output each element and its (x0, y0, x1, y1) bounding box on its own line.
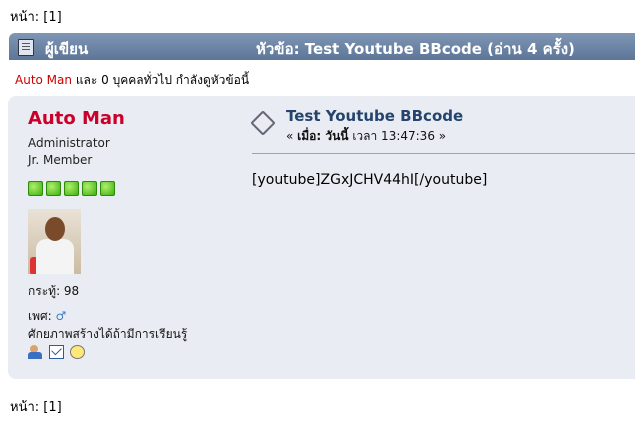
poster-rank: Jr. Member (28, 153, 93, 167)
author-column-header: ผู้เขียน (45, 40, 89, 58)
pagination-top: หน้า: [1] (10, 6, 62, 27)
pagination-label: หน้า: (10, 400, 40, 415)
viewers-text: และ 0 บุคคลทั่วไป กำลังดูหัวข้อนี้ (72, 73, 250, 87)
star-icon (28, 181, 43, 196)
post-date: เมื่อ: วันนี้ (297, 129, 349, 143)
topic-title: หัวข้อ: Test Youtube BBcode (อ่าน 4 ครั้… (256, 40, 575, 58)
avatar (28, 209, 81, 274)
post-meta: « เมื่อ: วันนี้ เวลา 13:47:36 » (286, 129, 447, 143)
email-icon[interactable] (49, 345, 64, 359)
pm-icon[interactable] (70, 345, 85, 359)
star-icon (64, 181, 79, 196)
star-icon (100, 181, 115, 196)
poster-name[interactable]: Auto Man (28, 108, 238, 129)
pagination-label: หน้า: (10, 10, 40, 25)
topic-header-bar: ผู้เขียน หัวข้อ: Test Youtube BBcode (อ่… (9, 33, 635, 60)
message-icon (250, 110, 276, 136)
pagination-bottom: หน้า: [1] (10, 396, 62, 417)
gender-label: เพศ: (28, 309, 52, 323)
star-icon (82, 181, 97, 196)
profile-icon[interactable] (28, 345, 43, 359)
post-divider (252, 153, 635, 154)
page-link-1[interactable]: [1] (43, 400, 61, 415)
post-subject[interactable]: Test Youtube BBcode (286, 107, 463, 125)
post-body: [youtube]ZGxJCHV44hI[/youtube] (252, 172, 488, 188)
poster-group: Administrator (28, 136, 110, 150)
gender: เพศ: ♂ (28, 307, 79, 326)
rank-stars (28, 181, 118, 197)
post-container: Auto Man Administrator Jr. Member กระทู้… (8, 96, 635, 379)
viewer-user-link[interactable]: Auto Man (15, 73, 72, 87)
poster-signature: ศักยภาพสร้างได้ถ้ามีการเรียนรู้ (28, 327, 188, 341)
post-time: เวลา 13:47:36 » (348, 129, 447, 143)
star-icon (46, 181, 61, 196)
poster-info: Auto Man Administrator Jr. Member (28, 108, 238, 167)
male-icon: ♂ (55, 309, 67, 323)
post-count: กระทู้: 98 (28, 284, 80, 298)
viewers-info: Auto Man และ 0 บุคคลทั่วไป กำลังดูหัวข้อ… (15, 71, 249, 90)
poster-icons (28, 345, 91, 360)
document-icon (18, 39, 34, 56)
page-link-1[interactable]: [1] (43, 10, 61, 25)
